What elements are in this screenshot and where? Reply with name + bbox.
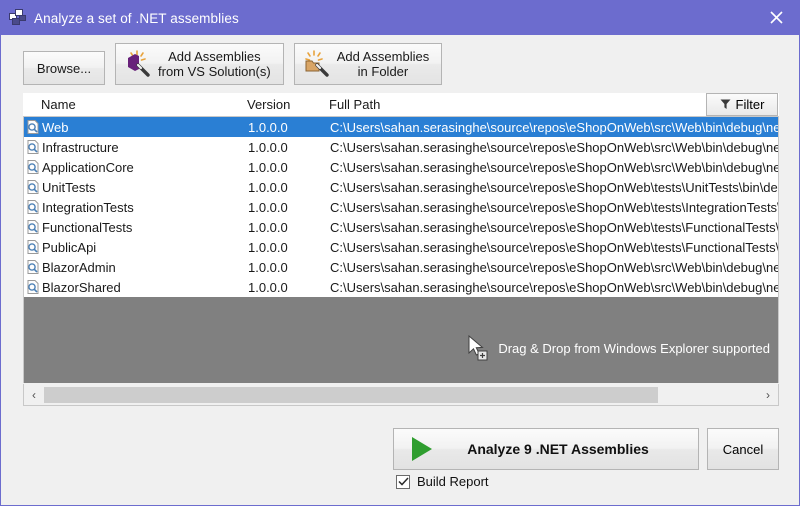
assembly-file-icon bbox=[26, 120, 40, 134]
browse-button[interactable]: Browse... bbox=[23, 51, 105, 85]
cell-full-path: C:\Users\sahan.serasinghe\source\repos\e… bbox=[330, 139, 778, 155]
analyze-assemblies-dialog: Analyze a set of .NET assemblies Browse.… bbox=[0, 0, 800, 506]
table-row[interactable]: BlazorShared 1.0.0.0 C:\Users\sahan.serasi… bbox=[24, 277, 778, 297]
column-header-name[interactable]: Name bbox=[41, 97, 76, 112]
window-title: Analyze a set of .NET assemblies bbox=[34, 10, 239, 26]
assembly-file-icon bbox=[26, 260, 40, 274]
list-column-header: Name Version Full Path Filter bbox=[23, 93, 779, 117]
assembly-file-icon bbox=[26, 280, 40, 294]
assembly-file-icon bbox=[26, 240, 40, 254]
scrollbar-thumb[interactable] bbox=[44, 386, 659, 403]
build-report-checkbox-row[interactable]: Build Report bbox=[396, 474, 489, 489]
assembly-file-icon bbox=[26, 200, 40, 214]
analyze-button-label: Analyze 9 .NET Assemblies bbox=[467, 441, 649, 457]
assembly-file-icon bbox=[26, 140, 40, 154]
play-icon bbox=[412, 437, 432, 461]
cell-version: 1.0.0.0 bbox=[248, 259, 288, 275]
analyze-button[interactable]: Analyze 9 .NET Assemblies bbox=[393, 428, 699, 470]
table-row[interactable]: IntegrationTests 1.0.0.0 C:\Users\sahan.se… bbox=[24, 197, 778, 217]
build-report-checkbox[interactable] bbox=[396, 474, 410, 489]
cell-full-path: C:\Users\sahan.serasinghe\source\repos\e… bbox=[330, 119, 778, 135]
cell-full-path: C:\Users\sahan.serasinghe\source\repos\e… bbox=[330, 159, 778, 175]
close-button[interactable] bbox=[753, 1, 799, 34]
drag-cursor-icon bbox=[468, 335, 488, 361]
cell-full-path: C:\Users\sahan.serasinghe\source\repos\e… bbox=[330, 259, 778, 275]
table-row[interactable]: Web 1.0.0.0 C:\Users\sahan.serasinghe\sour… bbox=[24, 117, 778, 137]
drag-drop-hint: Drag & Drop from Windows Explorer suppor… bbox=[466, 335, 770, 361]
filter-label: Filter bbox=[735, 97, 765, 112]
cell-name: IntegrationTests bbox=[42, 199, 134, 215]
cell-version: 1.0.0.0 bbox=[248, 219, 288, 235]
cell-version: 1.0.0.0 bbox=[248, 159, 288, 175]
assembly-rows: Web 1.0.0.0 C:\Users\sahan.serasinghe\sour… bbox=[24, 117, 778, 297]
cell-name: Web bbox=[42, 119, 69, 135]
assemblies-icon bbox=[9, 9, 27, 27]
cell-version: 1.0.0.0 bbox=[248, 239, 288, 255]
table-row[interactable]: PublicApi 1.0.0.0 C:\Users\sahan.serasingh… bbox=[24, 237, 778, 257]
checkmark-icon bbox=[397, 477, 409, 486]
cell-name: UnitTests bbox=[42, 179, 96, 195]
cell-full-path: C:\Users\sahan.serasinghe\source\repos\e… bbox=[330, 199, 778, 215]
add-assemblies-from-vs-solution-button[interactable]: Add Assemblies from VS Solution(s) bbox=[115, 43, 284, 85]
table-row[interactable]: FunctionalTests 1.0.0.0 C:\Users\sahan.ser… bbox=[24, 217, 778, 237]
drag-drop-hint-label: Drag & Drop from Windows Explorer suppor… bbox=[498, 340, 770, 356]
table-row[interactable]: Infrastructure 1.0.0.0 C:\Users\sahan.sera… bbox=[24, 137, 778, 157]
cell-name: BlazorAdmin bbox=[42, 259, 116, 275]
cell-name: Infrastructure bbox=[42, 139, 119, 155]
title-bar: Analyze a set of .NET assemblies bbox=[1, 1, 799, 35]
add-in-folder-label: Add Assemblies in Folder bbox=[336, 49, 430, 79]
cell-full-path: C:\Users\sahan.serasinghe\source\repos\e… bbox=[330, 179, 779, 195]
column-header-full-path[interactable]: Full Path bbox=[329, 97, 380, 112]
cell-name: PublicApi bbox=[42, 239, 97, 255]
cell-version: 1.0.0.0 bbox=[248, 179, 288, 195]
scrollbar-track[interactable] bbox=[44, 385, 758, 405]
assembly-file-icon bbox=[26, 220, 40, 234]
filter-button[interactable]: Filter bbox=[706, 93, 778, 116]
cell-full-path: C:\Users\sahan.serasinghe\source\repos\e… bbox=[330, 279, 778, 295]
build-report-label: Build Report bbox=[417, 474, 489, 489]
assembly-file-icon bbox=[26, 180, 40, 194]
scroll-left-arrow[interactable]: ‹ bbox=[24, 385, 44, 405]
toolbar: Browse... Add Assemblies from VS Solutio… bbox=[23, 43, 443, 85]
add-assemblies-in-folder-button[interactable]: Add Assemblies in Folder bbox=[293, 43, 443, 85]
table-row[interactable]: UnitTests 1.0.0.0 C:\Users\sahan.serasingh… bbox=[24, 177, 778, 197]
cell-version: 1.0.0.0 bbox=[248, 199, 288, 215]
assembly-file-icon bbox=[26, 160, 40, 174]
cell-version: 1.0.0.0 bbox=[248, 139, 288, 155]
cancel-button[interactable]: Cancel bbox=[707, 428, 779, 470]
close-icon bbox=[769, 11, 783, 24]
cell-name: BlazorShared bbox=[42, 279, 121, 295]
cell-full-path: C:\Users\sahan.serasinghe\source\repos\e… bbox=[330, 219, 779, 235]
cell-version: 1.0.0.0 bbox=[248, 279, 288, 295]
horizontal-scrollbar[interactable]: ‹ › bbox=[23, 384, 779, 406]
scroll-right-arrow[interactable]: › bbox=[758, 385, 778, 405]
funnel-icon bbox=[720, 99, 731, 109]
column-header-version[interactable]: Version bbox=[247, 97, 290, 112]
cell-name: FunctionalTests bbox=[42, 219, 133, 235]
assembly-list[interactable]: Web 1.0.0.0 C:\Users\sahan.serasinghe\sour… bbox=[23, 117, 779, 383]
magic-wand-folder-icon bbox=[304, 50, 329, 77]
table-row[interactable]: ApplicationCore 1.0.0.0 C:\Users\sahan.ser… bbox=[24, 157, 778, 177]
cell-name: ApplicationCore bbox=[42, 159, 134, 175]
cell-version: 1.0.0.0 bbox=[248, 119, 288, 135]
table-row[interactable]: BlazorAdmin 1.0.0.0 C:\Users\sahan.serasin… bbox=[24, 257, 778, 277]
browse-label: Browse... bbox=[36, 60, 92, 76]
add-from-vs-label: Add Assemblies from VS Solution(s) bbox=[158, 49, 271, 79]
magic-wand-vs-icon bbox=[128, 50, 150, 77]
cell-full-path: C:\Users\sahan.serasinghe\source\repos\e… bbox=[330, 239, 779, 255]
cancel-button-label: Cancel bbox=[722, 441, 764, 457]
